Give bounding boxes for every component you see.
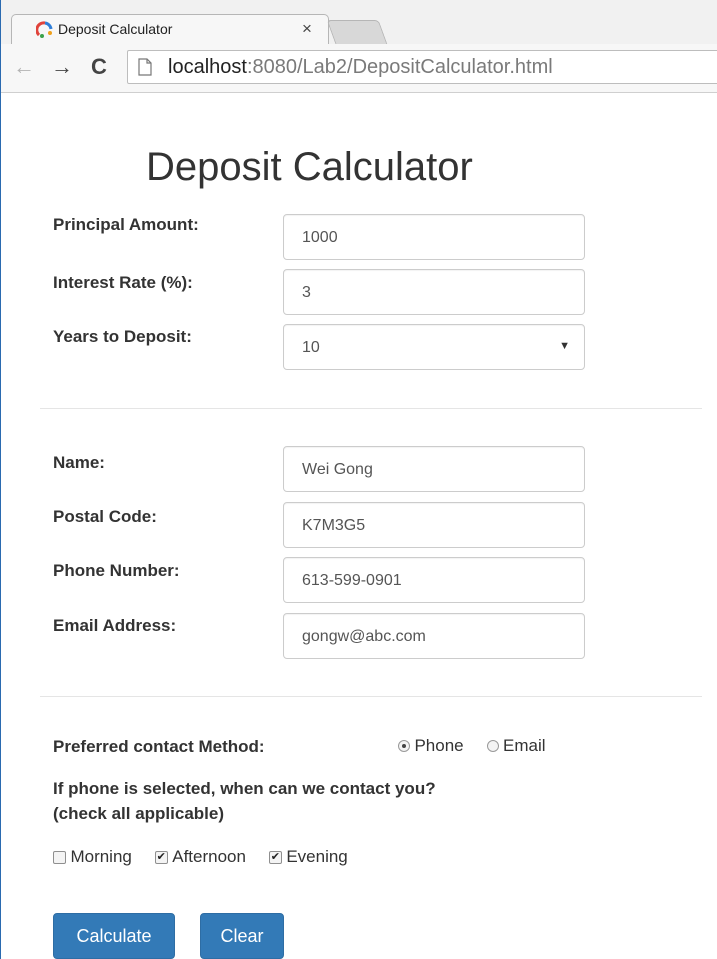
morning-checkbox[interactable] (53, 850, 66, 864)
page-content: Deposit Calculator Principal Amount: 100… (0, 93, 717, 959)
email-address-label: Email Address: (53, 616, 177, 635)
afternoon-checkbox[interactable]: ✔ (154, 850, 168, 864)
browser-tab[interactable]: Deposit Calculator × (11, 14, 329, 44)
page-title: Deposit Calculator (146, 145, 473, 189)
forward-arrow-icon[interactable]: → (51, 54, 73, 80)
postal-code-input[interactable]: K7M3G5 (283, 502, 585, 548)
section-divider (40, 408, 702, 409)
contact-time-options: Morning ✔ Afternoon ✔ Evening (53, 847, 348, 867)
interest-rate-input[interactable]: 3 (283, 269, 585, 315)
dropdown-caret-icon: ▼ (559, 340, 570, 352)
email-radio[interactable] (486, 740, 499, 752)
url-host: localhost (168, 56, 247, 78)
name-input[interactable]: Wei Gong (283, 446, 585, 492)
section-divider (40, 696, 702, 697)
tab-title: Deposit Calculator (58, 21, 173, 37)
postal-code-label: Postal Code: (53, 507, 157, 526)
browser-toolbar: ← → C localhost:8080/Lab2/DepositCalcula… (1, 44, 717, 93)
tab-strip: Deposit Calculator × (1, 0, 717, 44)
contact-time-hint: (check all applicable) (53, 804, 225, 823)
afternoon-checkbox-label: Afternoon (172, 847, 246, 866)
contact-method-label: Preferred contact Method: (53, 737, 265, 756)
principal-input[interactable]: 1000 (283, 214, 585, 260)
page-document-icon (138, 58, 152, 76)
clear-button[interactable]: Clear (200, 913, 284, 959)
years-selected-value: 10 (302, 339, 320, 356)
contact-time-question: If phone is selected, when can we contac… (53, 779, 436, 798)
phone-number-input[interactable]: 613-599-0901 (283, 557, 585, 603)
evening-checkbox-label: Evening (286, 847, 348, 866)
back-arrow-icon[interactable]: ← (13, 54, 35, 80)
tab-close-icon[interactable]: × (302, 19, 312, 39)
calculate-button[interactable]: Calculate (53, 913, 175, 959)
email-address-input[interactable]: gongw@abc.com (283, 613, 585, 659)
reload-icon[interactable]: C (91, 54, 107, 80)
address-bar[interactable]: localhost:8080/Lab2/DepositCalculator.ht… (127, 50, 717, 84)
email-radio-label: Email (502, 736, 546, 755)
contact-method-options: Phone Email (398, 736, 546, 756)
principal-label: Principal Amount: (53, 215, 199, 234)
years-select[interactable]: 10 ▼ (283, 324, 585, 370)
phone-number-label: Phone Number: (53, 561, 180, 580)
years-label: Years to Deposit: (53, 327, 192, 346)
phone-radio-label: Phone (414, 736, 464, 755)
evening-checkbox[interactable]: ✔ (268, 850, 282, 864)
new-tab-button[interactable] (326, 20, 388, 44)
interest-rate-label: Interest Rate (%): (53, 273, 193, 292)
address-url: localhost:8080/Lab2/DepositCalculator.ht… (168, 56, 553, 79)
name-label: Name: (53, 453, 105, 472)
url-path: :8080/Lab2/DepositCalculator.html (246, 56, 553, 78)
phone-radio[interactable] (398, 740, 410, 752)
app-favicon-icon (36, 21, 53, 38)
morning-checkbox-label: Morning (70, 847, 132, 866)
